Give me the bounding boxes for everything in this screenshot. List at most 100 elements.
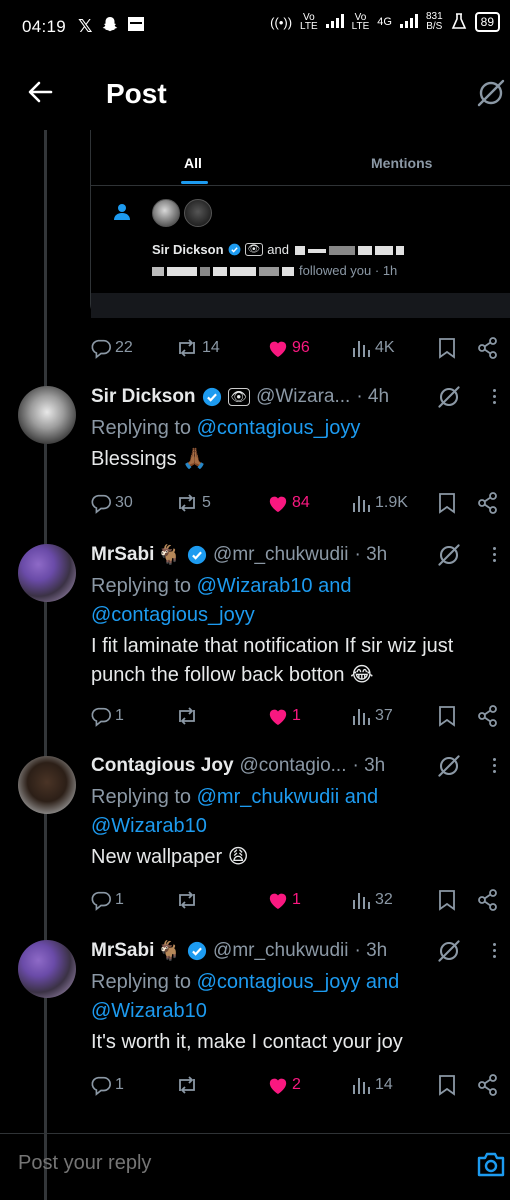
reply-button[interactable]: 22	[90, 337, 133, 359]
views-button[interactable]: 1.9K	[352, 493, 408, 513]
reply-count: 30	[115, 494, 133, 511]
post-time: · 3h	[354, 940, 388, 961]
author-name[interactable]: Sir Dickson	[91, 386, 196, 408]
author-handle[interactable]: @Wizara...	[256, 386, 350, 408]
verified-badge-icon	[228, 243, 240, 256]
views-button[interactable]: 37	[352, 706, 393, 726]
divider	[91, 185, 510, 186]
divider	[0, 1133, 510, 1134]
share-button[interactable]	[478, 1074, 498, 1096]
mention-link[interactable]: @mr_chukwudii	[197, 786, 340, 808]
back-button[interactable]	[26, 78, 54, 111]
view-count: 4K	[375, 339, 395, 356]
like-button[interactable]: 2	[267, 1075, 301, 1095]
author-handle[interactable]: @mr_chukwudii	[213, 544, 348, 566]
mention-link[interactable]: @contagious_joyy	[197, 417, 361, 439]
page-title: Post	[106, 78, 167, 109]
redacted-text	[294, 242, 407, 257]
author-name[interactable]: MrSabi	[91, 940, 154, 962]
author-handle[interactable]: @mr_chukwudii	[213, 940, 348, 962]
author-name[interactable]: MrSabi	[91, 544, 154, 566]
more-options-button[interactable]	[493, 755, 497, 776]
snapchat-icon	[101, 15, 119, 38]
replying-to-label: Replying to	[91, 786, 192, 808]
repost-icon	[179, 339, 195, 357]
reply-button[interactable]: 30	[90, 492, 133, 514]
avatar[interactable]	[18, 940, 76, 998]
views-button[interactable]: 32	[352, 890, 393, 910]
views-button[interactable]: 14	[352, 1075, 393, 1095]
repost-button[interactable]	[175, 889, 202, 911]
share-button[interactable]	[478, 889, 498, 911]
grok-icon	[477, 79, 505, 107]
mention-link[interactable]: @contagious_joyy	[197, 971, 361, 993]
network-type: 4G	[377, 16, 392, 28]
signal-icon-2	[399, 13, 418, 31]
share-button[interactable]	[478, 492, 498, 514]
replying-to-label: Replying to	[91, 417, 192, 439]
like-button[interactable]: 1	[267, 706, 301, 726]
more-options-button[interactable]	[493, 386, 497, 407]
like-count: 2	[292, 1076, 301, 1093]
reply-icon	[91, 891, 111, 911]
replying-to-label: Replying to	[91, 971, 192, 993]
more-options-button[interactable]	[493, 940, 497, 961]
reply-button[interactable]: 1	[90, 889, 124, 911]
more-options-button[interactable]	[493, 544, 497, 565]
notification-and: and	[267, 242, 289, 257]
status-bar: 04:19 𝕏 ((•)) Vo LTE Vo LTE 4G 831 B/S 8…	[0, 0, 510, 56]
reply-input[interactable]	[18, 1152, 438, 1175]
avatar[interactable]	[18, 756, 76, 814]
share-button[interactable]	[478, 705, 498, 727]
person-follow-icon	[113, 203, 131, 226]
like-button[interactable]: 84	[267, 493, 310, 513]
status-time: 04:19	[22, 17, 67, 36]
mention-link[interactable]: @contagious_joyy	[91, 604, 255, 626]
name-emoji: 🐐	[157, 545, 182, 566]
share-icon	[478, 1074, 497, 1096]
like-count: 1	[292, 891, 301, 908]
verified-badge-icon	[202, 387, 221, 407]
post-actions: 1 1 37	[90, 704, 500, 728]
mention-link[interactable]: @Wizarab10	[197, 575, 313, 597]
bookmark-button[interactable]	[438, 1074, 456, 1096]
repost-count: 5	[202, 494, 211, 511]
bookmark-button[interactable]	[438, 705, 456, 727]
grok-button[interactable]	[476, 78, 506, 113]
like-button[interactable]: 1	[267, 890, 301, 910]
main-post-actions: 22 14 96 4K	[90, 336, 500, 360]
repost-button[interactable]	[175, 1074, 202, 1096]
bookmark-button[interactable]	[438, 889, 456, 911]
grok-icon	[438, 544, 460, 566]
avatar[interactable]	[18, 386, 76, 444]
camera-icon	[477, 1152, 505, 1177]
repost-icon	[179, 707, 195, 725]
like-button[interactable]: 96	[267, 338, 310, 358]
mention-link[interactable]: @Wizarab10	[91, 1000, 207, 1022]
views-icon	[353, 893, 370, 909]
grok-button[interactable]	[437, 939, 461, 968]
repost-count: 14	[202, 339, 220, 356]
heart-filled-icon	[269, 341, 287, 358]
mention-link[interactable]: @Wizarab10	[91, 815, 207, 837]
reply-button[interactable]: 1	[90, 705, 124, 727]
grok-button[interactable]	[437, 754, 461, 783]
data-speed-unit: B/S	[426, 21, 443, 32]
repost-button[interactable]: 14	[175, 337, 220, 359]
repost-icon	[179, 891, 195, 909]
heart-filled-icon	[269, 893, 287, 910]
reply-button[interactable]: 1	[90, 1074, 124, 1096]
bookmark-button[interactable]	[438, 492, 456, 514]
avatar[interactable]	[18, 544, 76, 602]
author-name[interactable]: Contagious Joy	[91, 755, 234, 777]
grok-button[interactable]	[437, 385, 461, 414]
lte-label-2: LTE	[351, 21, 370, 32]
repost-button[interactable]: 5	[175, 492, 211, 514]
views-button[interactable]: 4K	[352, 338, 395, 358]
bookmark-button[interactable]	[438, 337, 456, 359]
author-handle[interactable]: @contagio...	[240, 755, 347, 777]
camera-button[interactable]	[476, 1150, 506, 1183]
repost-button[interactable]	[175, 705, 202, 727]
share-button[interactable]	[478, 337, 498, 359]
grok-button[interactable]	[437, 543, 461, 572]
